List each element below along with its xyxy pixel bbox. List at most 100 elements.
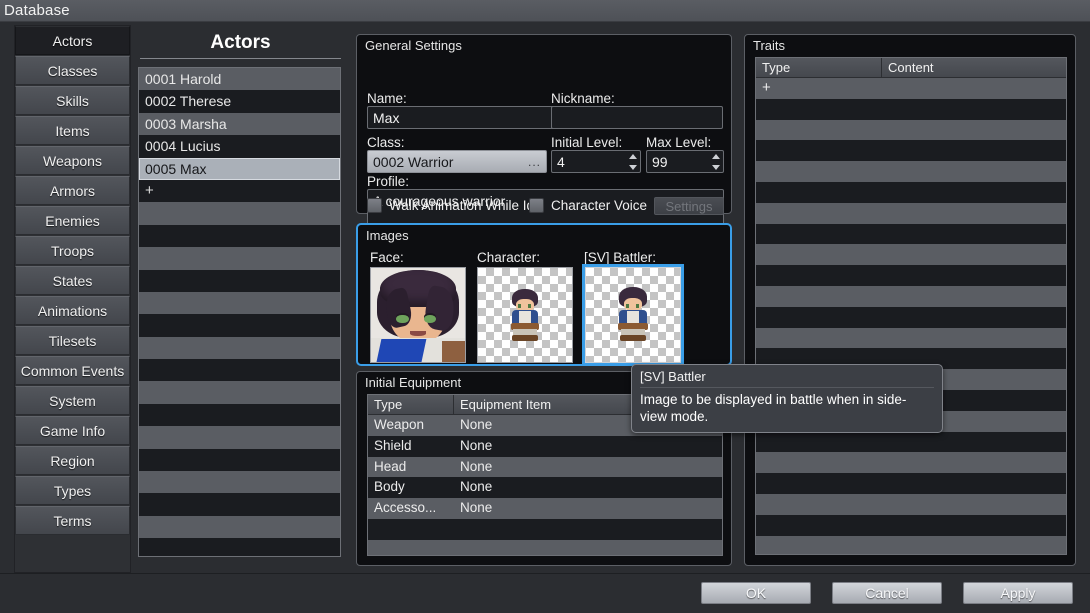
- list-item-empty[interactable]: [139, 516, 340, 538]
- table-row-empty[interactable]: [368, 519, 722, 540]
- class-field[interactable]: 0002 Warrior ...: [367, 150, 547, 173]
- sidebar-item-armors[interactable]: Armors: [15, 176, 130, 205]
- character-image[interactable]: [477, 267, 573, 363]
- list-item[interactable]: 0003 Marsha: [139, 113, 340, 135]
- sidebar-item-actors[interactable]: Actors: [15, 26, 130, 55]
- spinner-arrows-icon[interactable]: [628, 154, 637, 170]
- checkbox-icon[interactable]: [367, 198, 382, 213]
- apply-button[interactable]: Apply: [963, 582, 1073, 604]
- heading-divider: [140, 58, 341, 59]
- list-item-empty[interactable]: [139, 404, 340, 426]
- sidebar-item-skills[interactable]: Skills: [15, 86, 130, 115]
- list-item-selected[interactable]: 0005 Max: [139, 158, 340, 180]
- sidebar-item-troops[interactable]: Troops: [15, 236, 130, 265]
- list-item[interactable]: 0001 Harold: [139, 68, 340, 90]
- table-row-empty[interactable]: [756, 265, 1066, 286]
- character-voice-checkbox-row[interactable]: Character Voice: [529, 198, 647, 213]
- table-row-empty[interactable]: [756, 161, 1066, 182]
- list-item-empty[interactable]: [139, 359, 340, 381]
- spinner-arrows-icon[interactable]: [711, 154, 720, 170]
- actor-listbox[interactable]: 0001 Harold 0002 Therese 0003 Marsha 000…: [138, 67, 341, 557]
- list-item[interactable]: 0002 Therese: [139, 90, 340, 112]
- sv-battler-thumbnail[interactable]: [585, 267, 681, 363]
- sidebar-item-game-info[interactable]: Game Info: [15, 416, 130, 445]
- sidebar-item-states[interactable]: States: [15, 266, 130, 295]
- sidebar-item-region[interactable]: Region: [15, 446, 130, 475]
- cell-type: Weapon: [368, 415, 454, 436]
- list-item-empty[interactable]: [139, 292, 340, 314]
- table-row-empty[interactable]: [756, 140, 1066, 161]
- list-item-empty[interactable]: [139, 426, 340, 448]
- character-thumbnail[interactable]: [477, 267, 573, 363]
- cell-type: Accesso...: [368, 498, 454, 519]
- list-item-empty[interactable]: [139, 471, 340, 493]
- sidebar-item-enemies[interactable]: Enemies: [15, 206, 130, 235]
- sidebar-item-label: Game Info: [40, 423, 105, 439]
- table-row-empty[interactable]: [756, 536, 1066, 555]
- list-item-empty[interactable]: [139, 202, 340, 224]
- table-row-empty[interactable]: [368, 540, 722, 556]
- table-row-empty[interactable]: [756, 307, 1066, 328]
- sidebar-item-animations[interactable]: Animations: [15, 296, 130, 325]
- list-item-empty[interactable]: [139, 270, 340, 292]
- sidebar-item-types[interactable]: Types: [15, 476, 130, 505]
- table-row-empty[interactable]: [756, 244, 1066, 265]
- add-trait-row[interactable]: +: [756, 78, 1066, 99]
- table-row-empty[interactable]: [756, 120, 1066, 141]
- table-row-empty[interactable]: [756, 452, 1066, 473]
- sidebar-item-label: Troops: [51, 243, 94, 259]
- face-image[interactable]: [370, 267, 466, 363]
- table-row-empty[interactable]: [756, 473, 1066, 494]
- sv-battler-label: [SV] Battler:: [584, 250, 656, 265]
- sidebar-item-label: Skills: [56, 93, 89, 109]
- traits-table[interactable]: Type Content +: [755, 57, 1067, 555]
- nickname-field[interactable]: [551, 106, 723, 129]
- add-actor-row[interactable]: +: [139, 180, 340, 202]
- walk-animation-checkbox-row[interactable]: Walk Animation While Idle: [367, 198, 545, 213]
- sidebar-item-system[interactable]: System: [15, 386, 130, 415]
- table-row-empty[interactable]: [756, 99, 1066, 120]
- table-row-empty[interactable]: [756, 515, 1066, 536]
- table-row-empty[interactable]: [756, 224, 1066, 245]
- list-item-empty[interactable]: [139, 225, 340, 247]
- checkbox-icon[interactable]: [529, 198, 544, 213]
- initial-level-stepper[interactable]: 4: [551, 150, 641, 173]
- sidebar-item-common-events[interactable]: Common Events: [15, 356, 130, 385]
- table-row[interactable]: Body None: [368, 477, 722, 498]
- sidebar-item-label: Tilesets: [49, 333, 97, 349]
- class-browse-button[interactable]: ...: [528, 155, 541, 169]
- initial-level-value: 4: [557, 154, 565, 170]
- table-row-empty[interactable]: [756, 432, 1066, 453]
- sidebar-item-items[interactable]: Items: [15, 116, 130, 145]
- list-item-empty[interactable]: [139, 449, 340, 471]
- table-row-empty[interactable]: [756, 182, 1066, 203]
- max-level-stepper[interactable]: 99: [646, 150, 724, 173]
- face-thumbnail[interactable]: [370, 267, 466, 363]
- sidebar-item-tilesets[interactable]: Tilesets: [15, 326, 130, 355]
- list-item-empty[interactable]: [139, 381, 340, 403]
- cancel-button[interactable]: Cancel: [832, 582, 942, 604]
- sidebar-item-classes[interactable]: Classes: [15, 56, 130, 85]
- table-row[interactable]: Head None: [368, 457, 722, 478]
- ok-button[interactable]: OK: [701, 582, 811, 604]
- list-item-empty[interactable]: [139, 538, 340, 557]
- table-row-empty[interactable]: [756, 494, 1066, 515]
- table-row-empty[interactable]: [756, 286, 1066, 307]
- list-item[interactable]: 0004 Lucius: [139, 135, 340, 157]
- name-field[interactable]: Max: [367, 106, 557, 129]
- table-row-empty[interactable]: [756, 328, 1066, 349]
- list-item-empty[interactable]: [139, 247, 340, 269]
- voice-settings-button: Settings: [654, 197, 724, 215]
- sidebar-item-terms[interactable]: Terms: [15, 506, 130, 535]
- list-item-empty[interactable]: [139, 314, 340, 336]
- table-row[interactable]: Accesso... None: [368, 498, 722, 519]
- sv-battler-image[interactable]: [585, 267, 681, 363]
- walk-animation-label: Walk Animation While Idle: [389, 198, 545, 213]
- list-item-empty[interactable]: [139, 493, 340, 515]
- table-row[interactable]: Shield None: [368, 436, 722, 457]
- list-item-empty[interactable]: [139, 337, 340, 359]
- table-row-empty[interactable]: [756, 203, 1066, 224]
- column-header-content: Content: [882, 58, 1066, 77]
- column-header-type: Type: [368, 395, 454, 414]
- sidebar-item-weapons[interactable]: Weapons: [15, 146, 130, 175]
